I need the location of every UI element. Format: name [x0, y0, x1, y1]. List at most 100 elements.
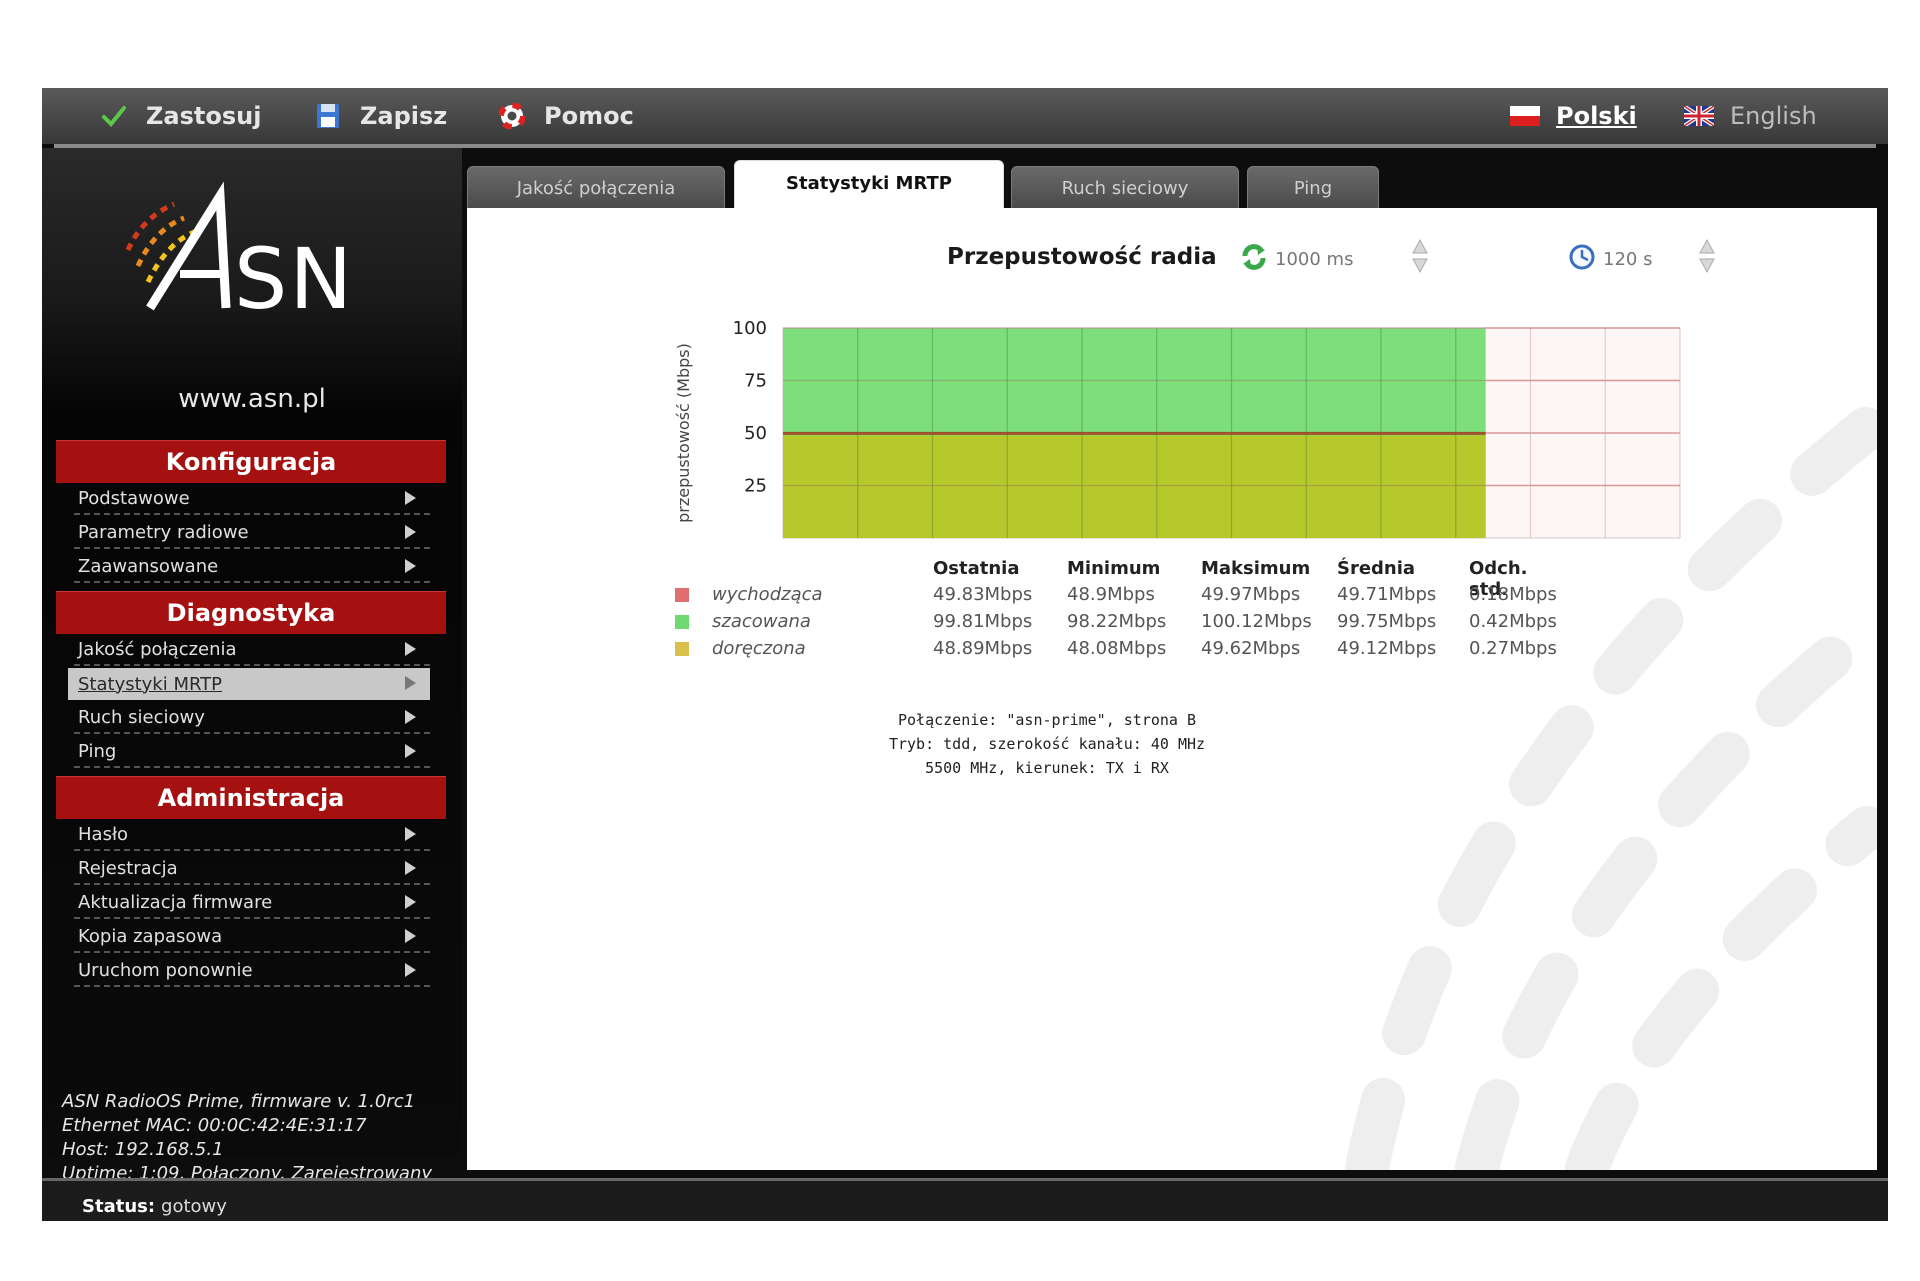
mac-info: Ethernet MAC: 00:0C:42:4E:31:17 [62, 1115, 367, 1136]
legend-swatch [675, 615, 689, 629]
stats-cell: 0.18Mbps [1469, 584, 1557, 605]
stats-cell: 49.83Mbps [933, 584, 1033, 605]
sidebar-item-rejestracja[interactable]: Rejestracja [74, 853, 430, 885]
connection-info-line: Tryb: tdd, szerokość kanału: 40 MHz [888, 735, 1206, 753]
arrow-right-icon [405, 710, 416, 724]
stats-cell: 99.81Mbps [933, 611, 1033, 632]
x-tick-label: 60 [1220, 546, 1243, 548]
x-tick-label: 90 [1444, 546, 1467, 548]
arrow-right-icon [405, 642, 416, 656]
sidebar: SN www.asn.pl Konfiguracja Podstawowe Pa… [42, 148, 462, 1158]
language-polish[interactable]: Polski [1510, 88, 1637, 144]
sidebar-item-label: Zaawansowane [78, 555, 219, 577]
app-window: Zastosuj Zapisz Pomoc Polski English SN … [42, 88, 1888, 1221]
host-info: Host: 192.168.5.1 [62, 1139, 224, 1160]
sidebar-item-label: Hasło [78, 823, 129, 845]
save-label: Zapisz [360, 102, 448, 130]
tab-jakosc-polaczenia[interactable]: Jakość połączenia [467, 166, 725, 210]
stats-column-header: Średnia [1337, 558, 1416, 579]
y-tick-label: 75 [744, 371, 767, 392]
stats-cell: 99.75Mbps [1337, 611, 1437, 632]
section-diagnostyka-header: Diagnostyka [56, 591, 446, 634]
sidebar-item-jakosc-polaczenia[interactable]: Jakość połączenia [74, 634, 430, 666]
language-english-label: English [1730, 102, 1817, 130]
arrow-right-icon [405, 861, 416, 875]
content-panel: Przepustowość radia 1000 ms 120 s 25 50 75… [467, 208, 1877, 1170]
stats-column-header: Ostatnia [933, 558, 1020, 579]
y-tick-label: 50 [744, 423, 767, 444]
arrow-right-icon [405, 744, 416, 758]
stats-cell: 98.22Mbps [1067, 611, 1167, 632]
y-axis-label: przepustowość (Mbps) [674, 343, 693, 523]
system-info: ASN RadioOS Prime, firmware v. 1.0rc1 Et… [62, 1090, 432, 1186]
y-tick-label: 25 [744, 476, 767, 497]
arrow-right-icon [405, 559, 416, 573]
sidebar-item-label: Aktualizacja firmware [78, 891, 273, 913]
legend-swatch [675, 642, 689, 656]
sidebar-item-kopia-zapasowa[interactable]: Kopia zapasowa [74, 921, 430, 953]
sidebar-item-label: Ruch sieciowy [78, 706, 205, 728]
sidebar-item-label: Podstawowe [78, 487, 190, 509]
arrow-right-icon [405, 525, 416, 539]
firmware-info: ASN RadioOS Prime, firmware v. 1.0rc1 [62, 1091, 416, 1112]
arrow-right-icon [405, 827, 416, 841]
save-button[interactable]: Zapisz [314, 88, 447, 144]
stats-column-header: Minimum [1067, 558, 1161, 579]
tab-statystyki-mrtp[interactable]: Statystyki MRTP [734, 160, 1004, 214]
x-tick-label: 30 [996, 546, 1019, 548]
arrow-right-icon [405, 895, 416, 909]
apply-label: Zastosuj [146, 102, 262, 130]
stats-cell: 49.71Mbps [1337, 584, 1437, 605]
sidebar-item-haslo[interactable]: Hasło [74, 819, 430, 851]
tab-ruch-sieciowy[interactable]: Ruch sieciowy [1011, 166, 1239, 210]
apply-button[interactable]: Zastosuj [100, 88, 261, 144]
tab-ping[interactable]: Ping [1247, 166, 1379, 210]
svg-text:SN: SN [234, 230, 354, 318]
stats-column-header: Maksimum [1201, 558, 1311, 579]
sidebar-item-zaawansowane[interactable]: Zaawansowane [74, 551, 430, 583]
sidebar-item-aktualizacja-firmware[interactable]: Aktualizacja firmware [74, 887, 430, 919]
arrow-right-icon [405, 963, 416, 977]
arrow-right-icon [405, 491, 416, 505]
stats-cell: 48.9Mbps [1067, 584, 1155, 605]
stats-cell: 49.97Mbps [1201, 584, 1301, 605]
status-bar: Status: gotowy [42, 1181, 1888, 1221]
legend-series-name: wychodząca [712, 584, 823, 605]
sidebar-item-podstawowe[interactable]: Podstawowe [74, 483, 430, 515]
sidebar-item-label: Rejestracja [78, 857, 178, 879]
help-button[interactable]: Pomoc [498, 88, 634, 144]
sidebar-item-label: Statystyki MRTP [78, 673, 223, 695]
sidebar-item-uruchom-ponownie[interactable]: Uruchom ponownie [74, 955, 430, 987]
legend-series-name: doręczona [712, 638, 806, 659]
arrow-right-icon [405, 676, 416, 690]
poland-flag-icon [1510, 106, 1540, 126]
connection-info-line: Połączenie: "asn-prime", strona B [897, 711, 1196, 729]
stats-cell: 49.62Mbps [1201, 638, 1301, 659]
series-area-doreczona [783, 435, 1486, 538]
site-url: www.asn.pl [178, 384, 326, 414]
sidebar-item-ruch-sieciowy[interactable]: Ruch sieciowy [74, 702, 430, 734]
sidebar-item-label: Uruchom ponownie [78, 959, 253, 981]
connection-info: Połączenie: "asn-prime", strona B Tryb: … [817, 708, 1277, 780]
stats-cell: 48.89Mbps [933, 638, 1033, 659]
checkmark-icon [100, 102, 128, 130]
lifebuoy-icon [498, 102, 526, 130]
sidebar-item-statystyki-mrtp[interactable]: Statystyki MRTP [68, 668, 430, 700]
x-tick-label: 120 [1663, 546, 1697, 548]
x-tick-label: 0 [777, 546, 788, 548]
help-label: Pomoc [544, 102, 634, 130]
toolbar: Zastosuj Zapisz Pomoc Polski English [42, 88, 1888, 144]
language-english[interactable]: English [1684, 88, 1817, 144]
throughput-chart: 25 50 75 100 0 30 60 90 120 przepustowość (Mbps) [674, 318, 1697, 548]
sidebar-item-ping[interactable]: Ping [74, 736, 430, 768]
stats-cell: 100.12Mbps [1201, 611, 1312, 632]
uk-flag-icon [1684, 106, 1714, 126]
stats-cell: 48.08Mbps [1067, 638, 1167, 659]
asn-logo: SN [122, 178, 382, 328]
y-tick-label: 100 [733, 318, 767, 339]
sidebar-item-parametry-radiowe[interactable]: Parametry radiowe [74, 517, 430, 549]
sidebar-item-label: Ping [78, 740, 117, 762]
legend-series-name: szacowana [712, 611, 811, 632]
sidebar-item-label: Jakość połączenia [78, 638, 237, 660]
status-value: gotowy [161, 1196, 227, 1217]
